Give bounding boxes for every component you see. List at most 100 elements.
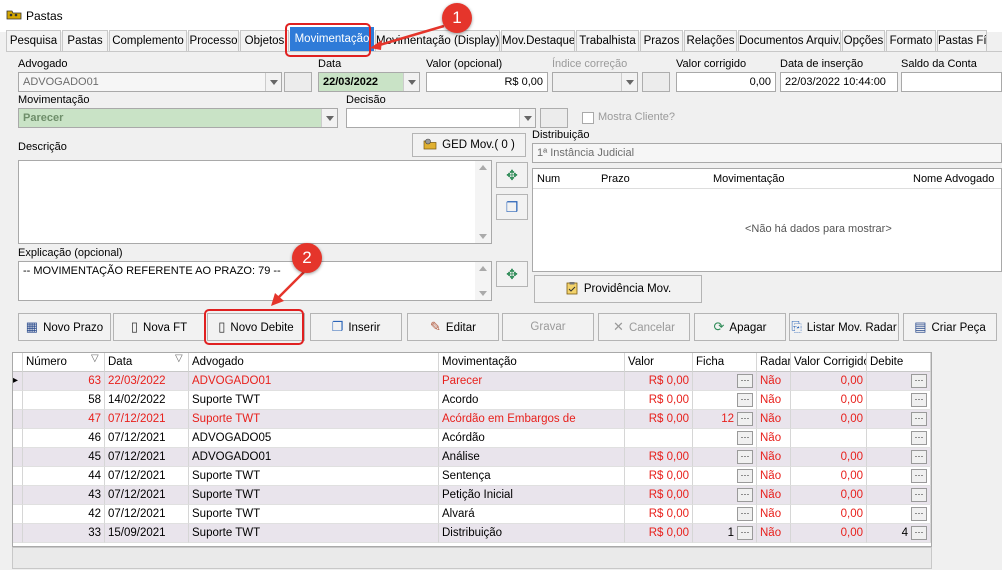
table-row[interactable]: 44 07/12/2021 Suporte TWT Sentença R$ 0,00 ··… <box>13 467 931 486</box>
apagar-button[interactable]: ⟳ Apagar <box>694 313 786 341</box>
clipboard-icon <box>566 281 578 295</box>
ellipsis-button[interactable]: ··· <box>911 431 927 445</box>
col-header-movimentacao[interactable]: Movimentação <box>439 353 625 372</box>
advogado-select[interactable]: ADVOGADO01 <box>18 72 282 92</box>
row-indicator <box>13 391 23 410</box>
tab-11[interactable]: Documentos Arquiv. <box>738 30 841 52</box>
chevron-down-icon[interactable] <box>265 73 281 91</box>
ellipsis-button[interactable]: ··· <box>911 507 927 521</box>
chevron-down-icon[interactable] <box>321 109 337 127</box>
ellipsis-button[interactable]: ··· <box>737 469 753 483</box>
table-row[interactable]: 47 07/12/2021 Suporte TWT Acórdão em Embarg… <box>13 410 931 429</box>
expand-explicacao-button[interactable]: ✥ <box>496 261 528 287</box>
criar-peca-button[interactable]: ▤ Criar Peça <box>903 313 997 341</box>
col-header-valor[interactable]: Valor <box>625 353 693 372</box>
mostra-cliente-checkbox[interactable] <box>582 112 594 124</box>
chevron-down-icon[interactable] <box>519 109 535 127</box>
col-header-valor-corrigido[interactable]: Valor Corrigido <box>791 353 867 372</box>
ellipsis-button[interactable]: ··· <box>737 412 753 426</box>
empty-message: <Não há dados para mostrar> <box>745 223 892 235</box>
col-header-advogado[interactable]: Advogado <box>189 353 439 372</box>
data-insercao-field[interactable]: 22/03/2022 10:44:00 <box>780 72 898 92</box>
indice-button[interactable] <box>642 72 670 92</box>
ged-mov-button[interactable]: GED Mov.( 0 ) <box>412 133 526 157</box>
tab-1[interactable]: Pastas <box>62 30 108 52</box>
editar-button[interactable]: ✎ Editar <box>407 313 499 341</box>
tab-14[interactable]: Pastas Físi <box>937 30 987 52</box>
tab-12[interactable]: Opções <box>842 30 885 52</box>
distribuicao-grid[interactable]: Num Prazo Movimentação Nome Advogado <Nã… <box>532 168 1002 272</box>
ellipsis-button[interactable]: ··· <box>911 469 927 483</box>
ellipsis-button[interactable]: ··· <box>737 526 753 540</box>
tab-7[interactable]: Mov.Destaque <box>501 30 575 52</box>
decisao-button[interactable] <box>540 108 568 128</box>
valor-field[interactable]: R$ 0,00 <box>426 72 548 92</box>
valor-corrigido-label: Valor corrigido <box>676 58 747 70</box>
saldo-label: Saldo da Conta <box>901 58 977 70</box>
ellipsis-button[interactable]: ··· <box>737 450 753 464</box>
row-indicator <box>13 524 23 543</box>
listar-mov-radar-button[interactable]: ⎘ Listar Mov. Radar <box>789 313 899 341</box>
nova-ft-button[interactable]: ▯ Nova FT <box>113 313 205 341</box>
cell-data: 07/12/2021 <box>105 448 189 467</box>
col-header-ficha[interactable]: Ficha <box>693 353 757 372</box>
providencia-button[interactable]: Providência Mov. <box>534 275 702 303</box>
tab-3[interactable]: Processo <box>188 30 239 52</box>
novo-prazo-button[interactable]: ▦ Novo Prazo <box>18 313 111 341</box>
col-header-debite[interactable]: Debite <box>867 353 931 372</box>
movimentacoes-grid[interactable]: Número ▽ Data ▽ Advogado Movimentação Valor Fic… <box>12 352 932 547</box>
chevron-down-icon[interactable] <box>403 73 419 91</box>
descricao-textarea[interactable] <box>18 160 492 244</box>
col-header-radar[interactable]: Radar <box>757 353 791 372</box>
scrollbar[interactable] <box>475 262 491 300</box>
filter-icon[interactable]: ▽ <box>91 353 99 364</box>
scrollbar[interactable] <box>475 161 491 243</box>
tab-4[interactable]: Objetos <box>240 30 289 52</box>
copy-button[interactable]: ❐ <box>496 194 528 220</box>
decisao-select[interactable] <box>346 108 536 128</box>
distribuicao-field[interactable]: 1ª Instância Judicial <box>532 143 1002 163</box>
cell-radar: Não <box>757 486 791 505</box>
ellipsis-button[interactable]: ··· <box>737 431 753 445</box>
saldo-field[interactable] <box>901 72 1002 92</box>
table-row[interactable]: 42 07/12/2021 Suporte TWT Alvará R$ 0,00 ··· N… <box>13 505 931 524</box>
ellipsis-button[interactable]: ··· <box>737 488 753 502</box>
expand-descricao-button[interactable]: ✥ <box>496 162 528 188</box>
tab-13[interactable]: Formato <box>886 30 936 52</box>
table-row[interactable]: ▸ 63 22/03/2022 ADVOGADO01 Parecer R$ 0,00 ···… <box>13 372 931 391</box>
ellipsis-button[interactable]: ··· <box>911 374 927 388</box>
ellipsis-button[interactable]: ··· <box>911 450 927 464</box>
ellipsis-button[interactable]: ··· <box>737 374 753 388</box>
ellipsis-button[interactable]: ··· <box>737 507 753 521</box>
tab-2[interactable]: Complemento <box>109 30 187 52</box>
filter-icon[interactable]: ▽ <box>175 353 183 364</box>
cancelar-button[interactable]: ✕ Cancelar <box>598 313 690 341</box>
ellipsis-button[interactable]: ··· <box>911 412 927 426</box>
ellipsis-button[interactable]: ··· <box>911 526 927 540</box>
valor-corrigido-field[interactable]: 0,00 <box>676 72 776 92</box>
data-field[interactable]: 22/03/2022 <box>318 72 420 92</box>
tab-8[interactable]: Trabalhista <box>576 30 639 52</box>
cell-advogado: Suporte TWT <box>189 467 439 486</box>
advogado-search-button[interactable] <box>284 72 312 92</box>
table-row[interactable]: 45 07/12/2021 ADVOGADO01 Análise R$ 0,00 ··· N… <box>13 448 931 467</box>
table-row[interactable]: 43 07/12/2021 Suporte TWT Petição Inicial R$… <box>13 486 931 505</box>
cell-valor: R$ 0,00 <box>625 505 693 524</box>
cell-numero: 46 <box>23 429 105 448</box>
inserir-button[interactable]: ❐ Inserir <box>310 313 402 341</box>
ellipsis-button[interactable]: ··· <box>911 488 927 502</box>
table-row[interactable]: 58 14/02/2022 Suporte TWT Acordo R$ 0,00 ··· N… <box>13 391 931 410</box>
gravar-button[interactable]: Gravar <box>502 313 594 341</box>
ellipsis-button[interactable]: ··· <box>911 393 927 407</box>
chevron-down-icon[interactable] <box>621 73 637 91</box>
ellipsis-button[interactable]: ··· <box>737 393 753 407</box>
movimentacao-select[interactable]: Parecer <box>18 108 338 128</box>
explicacao-textarea[interactable]: -- MOVIMENTAÇÃO REFERENTE AO PRAZO: 79 -… <box>18 261 492 301</box>
tab-10[interactable]: Relações <box>684 30 737 52</box>
tab-0[interactable]: Pesquisa <box>6 30 61 52</box>
indice-select[interactable] <box>552 72 638 92</box>
tab-9[interactable]: Prazos <box>640 30 683 52</box>
table-row[interactable]: 33 15/09/2021 Suporte TWT Distribuição R$ 0,… <box>13 524 931 543</box>
cell-advogado: Suporte TWT <box>189 486 439 505</box>
table-row[interactable]: 46 07/12/2021 ADVOGADO05 Acórdão ··· Não ··· <box>13 429 931 448</box>
